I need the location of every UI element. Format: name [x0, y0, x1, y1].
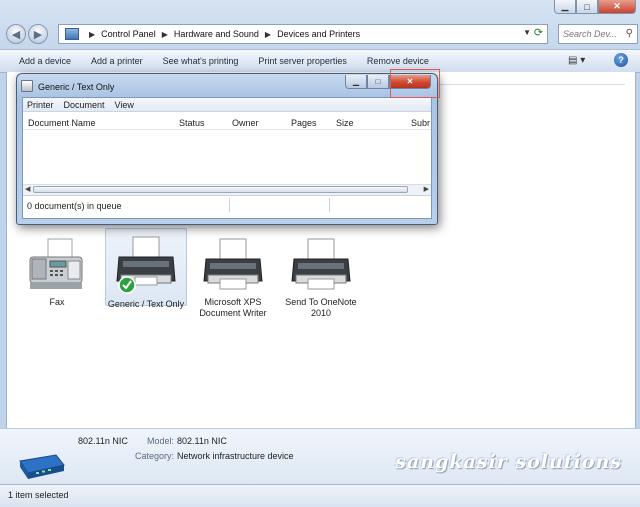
print-queue-body: Printer Document View Document Name Stat… [22, 97, 432, 219]
add-device-button[interactable]: Add a device [0, 56, 81, 66]
print-queue-column-headers: Document Name Status Owner Pages Size Su… [23, 113, 431, 130]
help-icon[interactable]: ? [614, 53, 628, 67]
search-icon[interactable]: ⚲ [626, 28, 633, 39]
printer-default-icon [116, 236, 176, 294]
category-label: Category: [134, 451, 174, 461]
network-device-icon [19, 454, 65, 479]
device-send-to-onenote[interactable]: Send To OneNote 2010 [281, 237, 361, 319]
device-label: Send To OneNote 2010 [285, 297, 357, 318]
scroll-left-icon[interactable]: ◀ [25, 185, 30, 193]
search-placeholder: Search Dev... [563, 29, 617, 39]
column-document-name[interactable]: Document Name [28, 118, 96, 128]
device-generic-text-only[interactable]: Generic / Text Only [105, 228, 187, 309]
device-fax[interactable]: Fax [17, 237, 97, 308]
chevron-right-icon[interactable]: ▶ [89, 30, 95, 39]
chevron-right-icon[interactable]: ▶ [162, 30, 168, 39]
menu-printer[interactable]: Printer [23, 100, 59, 110]
refresh-icon[interactable]: ⟳ [532, 27, 545, 40]
breadcrumb-control-panel[interactable]: Control Panel [101, 29, 156, 39]
forward-arrow-icon: ▶ [33, 28, 43, 41]
column-status[interactable]: Status [179, 118, 205, 128]
device-label: Fax [49, 297, 65, 307]
print-queue-menubar: Printer Document View [23, 98, 431, 112]
view-icon: ▤ ▾ [568, 54, 586, 66]
fax-icon [29, 238, 83, 289]
forward-button[interactable]: ▶ [28, 24, 48, 44]
device-microsoft-xps[interactable]: Microsoft XPS Document Writer [193, 237, 273, 319]
back-button[interactable]: ◀ [6, 24, 26, 44]
add-printer-button[interactable]: Add a printer [81, 56, 153, 66]
chevron-right-icon[interactable]: ▶ [265, 30, 271, 39]
breadcrumb-hardware-and-sound[interactable]: Hardware and Sound [174, 29, 259, 39]
device-label: Generic / Text Only [107, 299, 185, 309]
breadcrumb-devices-and-printers[interactable]: Devices and Printers [277, 29, 360, 39]
print-server-properties-button[interactable]: Print server properties [248, 56, 357, 66]
menu-view[interactable]: View [110, 100, 139, 110]
status-bar: 1 item selected [0, 484, 640, 507]
status-divider [229, 198, 230, 212]
minimize-button[interactable]: ▁ [345, 75, 367, 89]
remove-device-button[interactable]: Remove device [357, 56, 439, 66]
maximize-button[interactable]: □ [367, 75, 389, 89]
menu-document[interactable]: Document [59, 100, 110, 110]
command-toolbar: Add a device Add a printer See what's pr… [0, 49, 640, 73]
address-bar[interactable]: ▶ Control Panel ▶ Hardware and Sound ▶ D… [58, 24, 548, 44]
chevron-down-icon[interactable]: ▼ [523, 28, 531, 37]
queue-status-text: 0 document(s) in queue [27, 201, 122, 211]
column-submitted[interactable]: Subr [411, 118, 430, 128]
print-queue-title: Generic / Text Only [38, 82, 115, 92]
category-value: Network infrastructure device [177, 451, 294, 461]
back-arrow-icon: ◀ [11, 28, 21, 41]
print-queue-window: Generic / Text Only ▁ □ ✕ Printer Docume… [16, 73, 438, 225]
navigation-bar: ◀ ▶ ▶ Control Panel ▶ Hardware and Sound… [6, 22, 638, 46]
close-button[interactable]: ✕ [598, 0, 636, 14]
watermark: sangkasir solutions [395, 451, 622, 473]
model-value: 802.11n NIC [177, 436, 227, 446]
maximize-button[interactable]: □ [576, 0, 598, 14]
change-view-button[interactable]: ▤ ▾ [568, 53, 590, 67]
control-panel-icon [65, 28, 79, 40]
column-pages[interactable]: Pages [291, 118, 317, 128]
status-divider [329, 198, 330, 212]
model-label: Model: [146, 436, 174, 446]
window-controls: ▁ □ ✕ [554, 0, 636, 14]
minimize-button[interactable]: ▁ [554, 0, 576, 14]
column-owner[interactable]: Owner [232, 118, 259, 128]
horizontal-scrollbar[interactable]: ◀ ▶ [23, 184, 431, 195]
close-button-highlight [390, 69, 440, 98]
printer-icon [291, 238, 351, 290]
status-text: 1 item selected [8, 490, 69, 500]
scroll-right-icon[interactable]: ▶ [424, 185, 429, 193]
printer-icon [21, 80, 33, 92]
print-queue-status-bar: 0 document(s) in queue [23, 195, 431, 216]
search-input[interactable]: Search Dev... ⚲ [558, 24, 638, 44]
device-label: Microsoft XPS Document Writer [199, 297, 267, 318]
column-size[interactable]: Size [336, 118, 354, 128]
printer-icon [203, 238, 263, 290]
scrollbar-thumb[interactable] [33, 186, 408, 193]
see-whats-printing-button[interactable]: See what's printing [153, 56, 249, 66]
details-pane: 802.11n NIC Model: 802.11n NIC Category:… [0, 428, 640, 485]
